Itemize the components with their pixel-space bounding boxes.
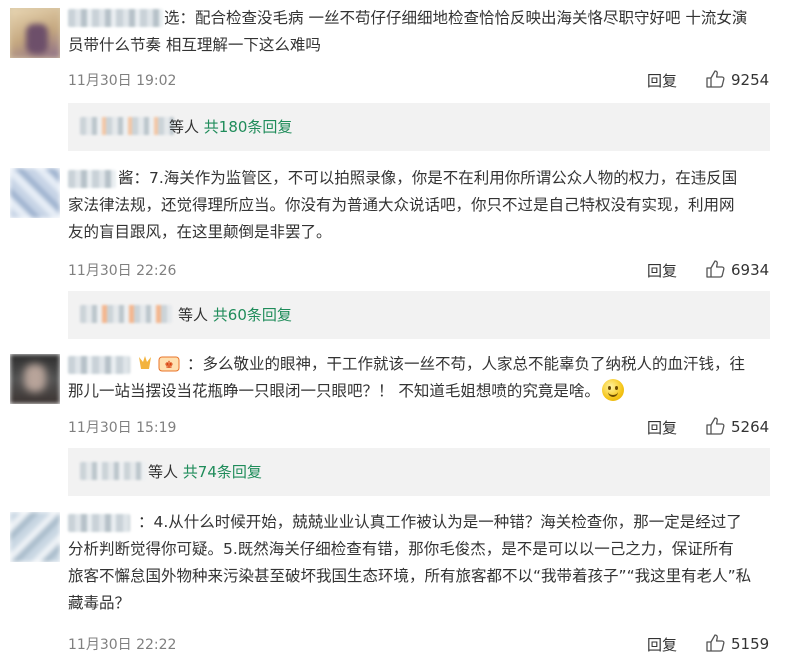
- comment-text: 选：配合检查没毛病 一丝不苟仔仔细细地检查恰恰反映出海关恪尽职守好吧 十流女演 …: [68, 9, 748, 54]
- reply-button[interactable]: 回复: [647, 417, 677, 438]
- comment-text: ：多么敬业的眼神，干工作就该一丝不苟，人家总不能辜负了纳税人的血汗钱，往 那儿一…: [68, 355, 746, 401]
- author-name-suffix[interactable]: 酱: [118, 169, 134, 187]
- thumbs-up-icon: [706, 260, 725, 278]
- reply-button[interactable]: 回复: [647, 634, 677, 655]
- view-replies-link[interactable]: 共180条回复: [204, 118, 293, 136]
- avatar[interactable]: [10, 8, 60, 58]
- comment-time: 11月30日 22:26: [68, 263, 177, 279]
- sub-reply-authors: [80, 462, 146, 480]
- like-count: 5159: [731, 635, 770, 653]
- thumbs-up-icon: [706, 70, 725, 88]
- view-replies-link[interactable]: 共74条回复: [183, 463, 262, 481]
- avatar[interactable]: [10, 512, 60, 562]
- sub-replies-box[interactable]: 等人 共74条回复: [68, 448, 770, 496]
- like-button[interactable]: 5264: [706, 417, 769, 436]
- sub-reply-authors: [80, 117, 174, 135]
- avatar[interactable]: [10, 168, 60, 218]
- like-count: 9254: [731, 71, 770, 89]
- comment-text: 酱：7.海关作为监管区，不可以拍照录像，你是不在利用你所谓公众人物的权力，在违反…: [68, 169, 738, 241]
- comment-text: ：4.从什么时候开始，兢兢业业认真工作被认为是一种错？海关检查你，那一定是经过了…: [68, 513, 752, 612]
- sub-reply-prefix: 等人: [169, 118, 204, 136]
- like-button[interactable]: 6934: [706, 260, 769, 279]
- comment-time: 11月30日 15:19: [68, 420, 177, 436]
- thumbs-up-icon: [706, 634, 725, 652]
- view-replies-link[interactable]: 共60条回复: [213, 306, 292, 324]
- smiley-emoji-icon: [601, 379, 624, 401]
- sub-replies-box[interactable]: 等人 共60条回复: [68, 291, 770, 339]
- avatar[interactable]: [10, 354, 60, 404]
- like-count: 6934: [731, 261, 770, 279]
- comment-time: 11月30日 22:22: [68, 637, 177, 653]
- thumbs-up-icon: [706, 417, 725, 435]
- sub-replies-box[interactable]: 等人 共180条回复: [68, 103, 770, 151]
- like-button[interactable]: 9254: [706, 70, 769, 89]
- sub-reply-prefix: 等人: [178, 306, 213, 324]
- reply-button[interactable]: 回复: [647, 70, 677, 91]
- sub-reply-prefix: 等人: [148, 463, 183, 481]
- like-count: 5264: [731, 418, 770, 436]
- comment-time: 11月30日 19:02: [68, 73, 177, 89]
- author-name-suffix[interactable]: 选: [164, 9, 180, 27]
- sub-reply-authors: [80, 305, 172, 323]
- reply-button[interactable]: 回复: [647, 260, 677, 281]
